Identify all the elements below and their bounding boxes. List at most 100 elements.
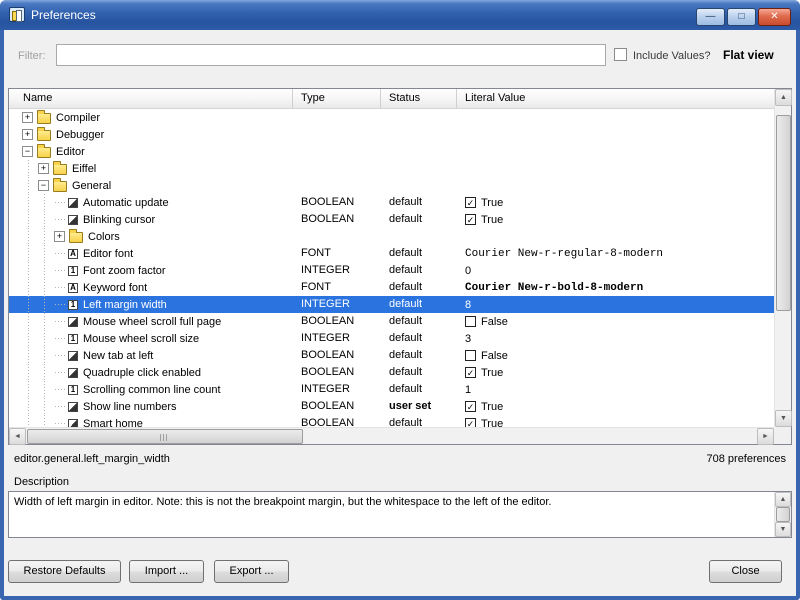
preference-row[interactable]: New tab at leftBOOLEANdefaultFalse: [9, 347, 774, 364]
scroll-down-button[interactable]: ▼: [775, 410, 792, 427]
column-header-name[interactable]: Name: [9, 89, 293, 109]
value-cell: 3: [457, 330, 774, 347]
include-values-label: Include Values?: [633, 50, 710, 62]
name-cell: −General: [9, 177, 293, 194]
folder-icon: [53, 181, 67, 192]
preference-name: Debugger: [56, 129, 104, 141]
folder-icon: [37, 130, 51, 141]
value-checkbox[interactable]: ✓: [465, 367, 476, 378]
preference-row[interactable]: Quadruple click enabledBOOLEANdefault✓Tr…: [9, 364, 774, 381]
folder-icon: [69, 232, 83, 243]
column-header-type[interactable]: Type: [293, 89, 381, 109]
include-values-checkbox[interactable]: [614, 48, 627, 61]
close-button[interactable]: Close: [709, 560, 782, 583]
tree-guide: [21, 415, 37, 427]
tree-connector: [53, 330, 68, 347]
vertical-scrollbar-thumb[interactable]: [776, 115, 791, 311]
export-button[interactable]: Export ...: [214, 560, 289, 583]
preferences-window: Preferences — □ ✕ Filter: Include Values…: [0, 0, 800, 600]
folder-icon: [37, 113, 51, 124]
value-checkbox[interactable]: ✓: [465, 214, 476, 225]
vertical-scrollbar[interactable]: ▲ ▼: [774, 89, 791, 427]
preference-row[interactable]: Smart homeBOOLEANdefault✓True: [9, 415, 774, 427]
preference-type-icon: [68, 317, 78, 327]
tree-guide: [21, 313, 37, 330]
preference-type-icon: [68, 368, 78, 378]
preference-row[interactable]: AEditor fontFONTdefaultCourier New-r-reg…: [9, 245, 774, 262]
tree-guide: [37, 211, 53, 228]
preference-name: Colors: [88, 231, 120, 243]
scroll-left-button[interactable]: ◄: [9, 428, 26, 445]
preference-name: Quadruple click enabled: [83, 367, 201, 379]
preference-row[interactable]: + Colors: [9, 228, 774, 245]
preference-type-icon: [68, 419, 78, 428]
status-cell: default: [381, 313, 457, 330]
preference-row[interactable]: Automatic updateBOOLEANdefault✓True: [9, 194, 774, 211]
value-checkbox[interactable]: [465, 350, 476, 361]
import-button[interactable]: Import ...: [129, 560, 204, 583]
preference-row[interactable]: 1Mouse wheel scroll sizeINTEGERdefault3: [9, 330, 774, 347]
description-scroll-down-button[interactable]: ▼: [775, 522, 791, 537]
maximize-button[interactable]: □: [727, 8, 756, 26]
scroll-up-icon: ▲: [780, 496, 787, 503]
tree-connector: [53, 381, 68, 398]
flat-view-button[interactable]: Flat view: [723, 48, 774, 62]
preference-row[interactable]: Blinking cursorBOOLEANdefault✓True: [9, 211, 774, 228]
preference-row[interactable]: Mouse wheel scroll full pageBOOLEANdefau…: [9, 313, 774, 330]
scroll-right-icon: ►: [762, 433, 769, 440]
preference-row[interactable]: 1Font zoom factorINTEGERdefault0: [9, 262, 774, 279]
expand-toggle-icon[interactable]: +: [22, 112, 33, 123]
preference-type-icon: A: [68, 283, 78, 293]
column-header-value[interactable]: Literal Value: [457, 89, 774, 109]
status-cell: default: [381, 296, 457, 313]
scroll-up-button[interactable]: ▲: [775, 89, 792, 106]
collapse-toggle-icon[interactable]: −: [22, 146, 33, 157]
description-scroll-up-button[interactable]: ▲: [775, 492, 791, 507]
preference-row[interactable]: − Editor: [9, 143, 774, 160]
preference-count: 708 preferences: [707, 453, 787, 465]
preference-row[interactable]: + Debugger: [9, 126, 774, 143]
description-scrollbar-thumb[interactable]: [776, 507, 790, 522]
preference-name: Mouse wheel scroll full page: [83, 316, 221, 328]
value-checkbox[interactable]: ✓: [465, 418, 476, 427]
tree-connector: [53, 245, 68, 262]
preference-name: Automatic update: [83, 197, 169, 209]
window-title: Preferences: [31, 8, 96, 22]
preference-row[interactable]: 1Left margin widthINTEGERdefault8: [9, 296, 774, 313]
preference-row[interactable]: AKeyword fontFONTdefaultCourier New-r-bo…: [9, 279, 774, 296]
preference-row[interactable]: +Eiffel: [9, 160, 774, 177]
titlebar[interactable]: Preferences — □ ✕: [0, 0, 800, 30]
horizontal-scrollbar-thumb[interactable]: [27, 429, 303, 444]
preference-name: Keyword font: [83, 282, 147, 294]
name-cell: Blinking cursor: [9, 211, 293, 228]
status-cell: default: [381, 347, 457, 364]
preference-row[interactable]: 1Scrolling common line countINTEGERdefau…: [9, 381, 774, 398]
filter-input[interactable]: [56, 44, 606, 66]
preferences-app-icon: [9, 7, 25, 22]
preference-row[interactable]: Show line numbersBOOLEANuser set✓True: [9, 398, 774, 415]
scroll-right-button[interactable]: ►: [757, 428, 774, 445]
restore-defaults-button[interactable]: Restore Defaults: [8, 560, 121, 583]
column-header-status[interactable]: Status: [381, 89, 457, 109]
close-window-button[interactable]: ✕: [758, 8, 791, 26]
preference-name: Editor: [56, 146, 85, 158]
preference-row[interactable]: +Compiler: [9, 109, 774, 126]
preference-name: Mouse wheel scroll size: [83, 333, 199, 345]
tree-connector: [53, 211, 68, 228]
tree-connector: [53, 347, 68, 364]
collapse-toggle-icon[interactable]: −: [38, 180, 49, 191]
preference-row[interactable]: −General: [9, 177, 774, 194]
value-checkbox[interactable]: ✓: [465, 197, 476, 208]
value-cell: [457, 143, 774, 160]
expand-toggle-icon[interactable]: +: [38, 163, 49, 174]
minimize-button[interactable]: —: [696, 8, 725, 26]
type-cell: BOOLEAN: [293, 347, 381, 364]
value-checkbox[interactable]: ✓: [465, 401, 476, 412]
value-checkbox[interactable]: [465, 316, 476, 327]
preference-name: Blinking cursor: [83, 214, 155, 226]
expand-toggle-icon[interactable]: +: [22, 129, 33, 140]
description-scrollbar[interactable]: ▲ ▼: [774, 492, 791, 537]
horizontal-scrollbar[interactable]: ◄ ►: [9, 427, 774, 444]
value-text: 3: [465, 333, 471, 345]
expand-toggle-icon[interactable]: +: [54, 231, 65, 242]
